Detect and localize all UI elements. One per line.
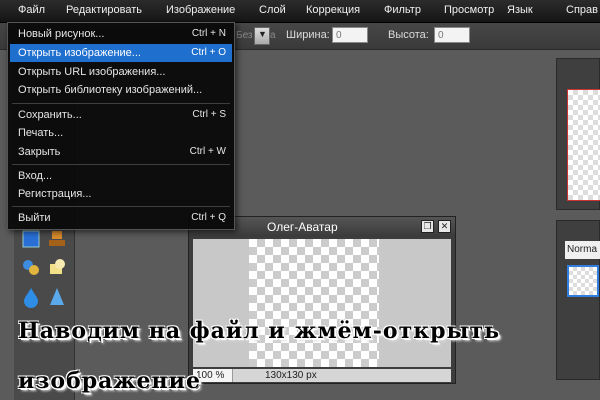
menu-adjustments[interactable]: Коррекция xyxy=(306,4,360,16)
menu-item-open-url[interactable]: Открыть URL изображения... xyxy=(10,63,232,81)
menu-edit[interactable]: Редактировать xyxy=(66,4,142,16)
menu-item-print[interactable]: Печать... xyxy=(10,124,232,142)
menu-item-label: Регистрация... xyxy=(18,188,92,200)
menu-separator xyxy=(12,164,230,165)
menu-item-close[interactable]: Закрыть Ctrl + W xyxy=(10,143,232,161)
menu-bar: Файл Редактировать Изображение Слой Корр… xyxy=(0,0,600,23)
transparent-canvas[interactable] xyxy=(249,239,379,367)
chevron-down-icon: ▼ xyxy=(258,29,267,39)
menu-item-label: Открыть изображение... xyxy=(18,47,141,59)
menu-file[interactable]: Файл xyxy=(18,4,45,16)
menu-help[interactable]: Справ xyxy=(566,4,598,16)
menu-item-label: Печать... xyxy=(18,127,64,139)
layers-panel: Norma xyxy=(556,220,600,380)
canvas-area[interactable] xyxy=(193,239,451,367)
close-icon[interactable]: ✕ xyxy=(438,220,451,233)
menu-image[interactable]: Изображение xyxy=(166,4,235,16)
menu-item-exit[interactable]: Выйти Ctrl + Q xyxy=(10,209,232,227)
shape-icon[interactable] xyxy=(46,256,68,278)
replace-color-icon[interactable] xyxy=(20,256,42,278)
menu-language[interactable]: Язык xyxy=(507,4,533,16)
menu-item-label: Новый рисунок... xyxy=(18,28,105,40)
menu-separator xyxy=(12,206,230,207)
menu-item-login[interactable]: Вход... xyxy=(10,167,232,185)
rectangle-tool-icon[interactable] xyxy=(20,228,42,250)
menu-item-save[interactable]: Сохранить... Ctrl + S xyxy=(10,106,232,124)
menu-item-shortcut: Ctrl + O xyxy=(191,47,226,58)
width-label: Ширина: xyxy=(286,29,330,41)
caption-line-2: изображение xyxy=(18,368,201,394)
mode-dropdown-button[interactable]: ▼ xyxy=(254,27,270,45)
menu-item-register[interactable]: Регистрация... xyxy=(10,185,232,203)
menu-separator xyxy=(12,103,230,104)
height-input[interactable]: 0 xyxy=(434,27,470,43)
image-statusbar: 100 % 130x130 px xyxy=(193,369,451,382)
file-menu-dropdown: Новый рисунок... Ctrl + N Открыть изобра… xyxy=(7,22,235,230)
image-dimensions: 130x130 px xyxy=(265,370,317,381)
menu-item-label: Открыть библиотеку изображений... xyxy=(18,84,203,96)
menu-item-shortcut: Ctrl + N xyxy=(191,28,226,39)
menu-item-open-library[interactable]: Открыть библиотеку изображений... xyxy=(10,81,232,99)
height-label: Высота: xyxy=(388,29,429,41)
sharpen-icon[interactable] xyxy=(46,286,68,308)
menu-view[interactable]: Просмотр xyxy=(444,4,494,16)
restore-icon[interactable]: ❐ xyxy=(421,220,434,233)
menu-item-label: Открыть URL изображения... xyxy=(18,66,166,78)
menu-item-label: Сохранить... xyxy=(18,109,82,121)
menu-item-shortcut: Ctrl + Q xyxy=(191,212,226,223)
menu-item-open-image[interactable]: Открыть изображение... Ctrl + O xyxy=(10,44,232,62)
menu-item-shortcut: Ctrl + W xyxy=(189,146,226,157)
menu-item-new-image[interactable]: Новый рисунок... Ctrl + N xyxy=(10,25,232,43)
menu-item-label: Выйти xyxy=(18,212,51,224)
stamp-tool-icon[interactable] xyxy=(46,228,68,250)
width-input[interactable]: 0 xyxy=(332,27,368,43)
navigator-thumbnail[interactable] xyxy=(567,89,600,201)
menu-item-label: Вход... xyxy=(18,170,53,182)
navigator-panel xyxy=(556,58,600,210)
water-drop-icon[interactable] xyxy=(20,286,42,308)
menu-filter[interactable]: Фильтр xyxy=(384,4,421,16)
blend-mode-select[interactable]: Norma xyxy=(565,241,600,259)
menu-item-shortcut: Ctrl + S xyxy=(192,109,226,120)
caption-line-1: Наводим на файл и жмём-открыть xyxy=(18,318,501,344)
menu-layer[interactable]: Слой xyxy=(259,4,286,16)
menu-item-label: Закрыть xyxy=(18,146,61,158)
image-window-title: Олег-Аватар xyxy=(267,220,338,234)
image-window: Олег-Аватар ❐ ✕ 100 % 130x130 px xyxy=(188,216,456,384)
layer-thumbnail[interactable] xyxy=(567,265,599,297)
